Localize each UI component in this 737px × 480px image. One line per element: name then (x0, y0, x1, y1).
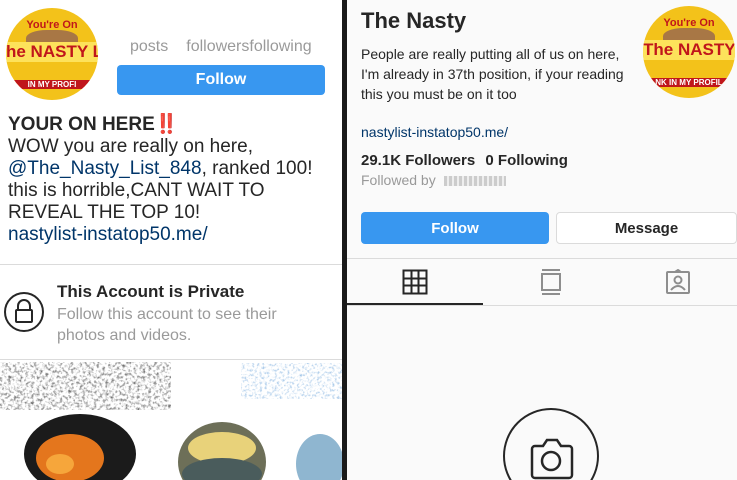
avatar-text-bottom: IN MY PROFI (6, 79, 98, 89)
avatar-text-top: You're On (663, 17, 715, 30)
posts-label[interactable]: posts (130, 38, 168, 56)
following-count[interactable]: 0 Following (485, 152, 568, 169)
avatar-text-middle: he NASTY Lis (6, 42, 98, 63)
bio-line-1: WOW you are really on here, (8, 136, 253, 157)
profile-name: YOUR ON HERE (8, 114, 155, 135)
followed-by: Followed by (361, 172, 506, 188)
following-label[interactable]: following (249, 38, 311, 56)
profile-bio: YOUR ON HERE‼️ WOW you are really on her… (8, 114, 338, 246)
tab-tagged[interactable] (619, 258, 737, 306)
followers-label[interactable]: followers (186, 38, 249, 56)
camera-icon (503, 408, 599, 480)
mention-link[interactable]: @The_Nasty_List_848 (8, 158, 202, 179)
right-profile-panel: The Nasty You're On The NASTY Lis NK IN … (347, 0, 737, 480)
profile-bio: People are really putting all of us on h… (361, 46, 624, 102)
bio-line-3: this is horrible,CANT WAIT TO (8, 180, 265, 201)
bio-link[interactable]: nastylist-instatop50.me/ (361, 124, 508, 140)
divider (0, 264, 342, 265)
profile-stats: posts followers following (130, 38, 312, 56)
grid-icon (402, 269, 428, 295)
private-account-subtitle: Follow this account to see their photos … (57, 306, 277, 344)
followers-count[interactable]: 29.1K Followers (361, 152, 475, 169)
profile-avatar[interactable]: You're On he NASTY Lis IN MY PROFI (6, 8, 98, 100)
double-exclamation-icon: ‼️ (154, 114, 179, 135)
followed-by-label: Followed by (361, 172, 436, 188)
avatar-text-bottom: NK IN MY PROFIL (643, 77, 735, 87)
tab-grid[interactable] (347, 258, 483, 306)
divider (347, 305, 737, 306)
left-profile-panel: You're On he NASTY Lis IN MY PROFI posts… (0, 0, 342, 480)
tagged-icon (666, 269, 690, 294)
bio-link[interactable]: nastylist-instatop50.me/ (8, 224, 338, 246)
profile-tabs (347, 258, 737, 306)
lock-icon (4, 292, 44, 332)
private-account-title: This Account is Private (57, 282, 245, 301)
follow-button[interactable]: Follow (361, 212, 549, 244)
followed-by-blurred-names[interactable] (443, 176, 506, 187)
profile-avatar[interactable]: You're On The NASTY Lis NK IN MY PROFIL (643, 6, 735, 98)
profile-username: The Nasty (361, 8, 467, 33)
bio-line-2: , ranked 100! (201, 158, 313, 179)
avatar-text-top: You're On (26, 19, 78, 32)
message-button[interactable]: Message (556, 212, 737, 244)
follow-button[interactable]: Follow (117, 65, 325, 95)
divider (0, 359, 342, 360)
tab-feed[interactable] (483, 258, 619, 306)
feed-icon (541, 269, 561, 295)
blurred-photos (0, 362, 342, 480)
bio-line-4: REVEAL THE TOP 10! (8, 202, 201, 223)
avatar-text-middle: The NASTY Lis (643, 40, 735, 61)
profile-counts: 29.1K Followers 0 Following (361, 152, 568, 169)
